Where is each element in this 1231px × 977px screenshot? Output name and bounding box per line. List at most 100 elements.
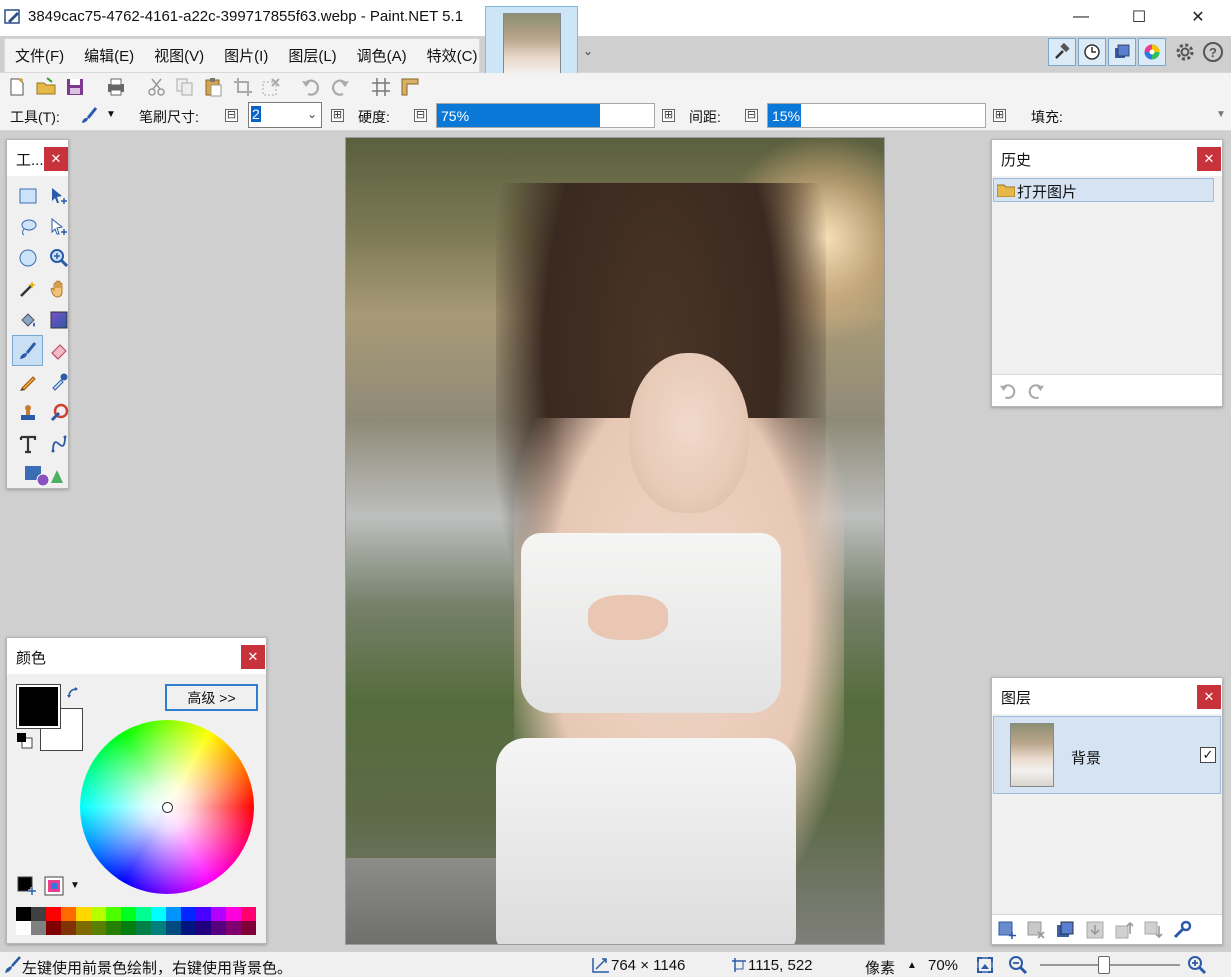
palette-color-swatch[interactable] — [76, 921, 91, 935]
add-to-palette-icon[interactable] — [16, 875, 38, 897]
gradient-tool[interactable] — [43, 304, 74, 335]
menu-layers[interactable]: 图层(L) — [278, 45, 346, 66]
palette-color-swatch[interactable] — [136, 907, 151, 921]
close-window-button[interactable]: ✕ — [1169, 0, 1227, 34]
zoom-value[interactable]: 70% — [928, 957, 958, 974]
palette-dropdown-arrow-icon[interactable]: ▼ — [70, 880, 80, 891]
zoom-slider-thumb[interactable] — [1098, 956, 1110, 974]
palette-color-swatch[interactable] — [106, 921, 121, 935]
settings-gear-icon[interactable] — [1174, 41, 1196, 63]
history-window-toggle[interactable] — [1078, 38, 1106, 66]
new-file-icon[interactable] — [6, 76, 28, 98]
palette-color-swatch[interactable] — [46, 921, 61, 935]
palette-color-swatch[interactable] — [151, 907, 166, 921]
tools-window-toggle[interactable] — [1048, 38, 1076, 66]
palette-color-swatch[interactable] — [166, 921, 181, 935]
advanced-colors-button[interactable]: 高级 >> — [165, 684, 258, 711]
palette-color-swatch[interactable] — [16, 921, 31, 935]
primary-color-swatch[interactable] — [16, 684, 61, 729]
palette-color-swatch[interactable] — [31, 921, 46, 935]
zoom-out-icon[interactable] — [1008, 955, 1028, 975]
move-layer-down-icon[interactable] — [1143, 920, 1163, 940]
palette-color-swatch[interactable] — [166, 907, 181, 921]
grid-icon[interactable] — [370, 76, 392, 98]
palette-color-swatch[interactable] — [46, 907, 61, 921]
palette-color-swatch[interactable] — [121, 907, 136, 921]
palette-color-swatch[interactable] — [61, 921, 76, 935]
move-selection-tool[interactable] — [43, 211, 74, 242]
color-picker-tool[interactable] — [43, 366, 74, 397]
palette-color-swatch[interactable] — [136, 921, 151, 935]
menu-view[interactable]: 视图(V) — [144, 45, 214, 66]
lasso-select-tool[interactable] — [12, 211, 43, 242]
pencil-tool[interactable] — [12, 366, 43, 397]
palette-color-swatch[interactable] — [181, 921, 196, 935]
cut-icon[interactable] — [146, 76, 168, 98]
tab-list-dropdown[interactable]: ⌄ — [583, 44, 593, 58]
history-item[interactable]: 打开图片 — [993, 178, 1214, 202]
palette-color-swatch[interactable] — [211, 907, 226, 921]
paint-bucket-tool[interactable] — [12, 304, 43, 335]
rectangle-select-tool[interactable] — [12, 180, 43, 211]
palette-color-swatch[interactable] — [241, 907, 256, 921]
clone-stamp-tool[interactable] — [12, 397, 43, 428]
magic-wand-tool[interactable] — [12, 273, 43, 304]
print-icon[interactable] — [105, 76, 127, 98]
ruler-icon[interactable] — [399, 76, 421, 98]
delete-layer-icon[interactable] — [1026, 920, 1046, 940]
menu-edit[interactable]: 编辑(E) — [74, 45, 144, 66]
maximize-button[interactable]: ☐ — [1110, 0, 1168, 34]
text-tool[interactable] — [12, 428, 43, 459]
menu-effects[interactable]: 特效(C) — [417, 45, 488, 66]
image-canvas[interactable] — [345, 137, 885, 945]
add-layer-icon[interactable] — [997, 920, 1017, 940]
zoom-in-icon[interactable] — [1187, 955, 1207, 975]
options-overflow-arrow-icon[interactable]: ▼ — [1216, 109, 1226, 120]
colors-panel-close-button[interactable]: ✕ — [241, 645, 265, 669]
palette-color-swatch[interactable] — [181, 907, 196, 921]
move-layer-up-icon[interactable] — [1114, 920, 1134, 940]
palette-menu-icon[interactable] — [43, 875, 65, 897]
menu-image[interactable]: 图片(I) — [214, 45, 278, 66]
layer-row[interactable]: 背景 ✓ — [993, 716, 1221, 794]
palette-color-swatch[interactable] — [151, 921, 166, 935]
palette-color-swatch[interactable] — [196, 921, 211, 935]
merge-layer-down-icon[interactable] — [1085, 920, 1105, 940]
palette-color-swatch[interactable] — [31, 907, 46, 921]
palette-color-swatch[interactable] — [16, 907, 31, 921]
layer-properties-wrench-icon[interactable] — [1172, 920, 1192, 940]
help-icon[interactable]: ? — [1203, 42, 1223, 62]
zoom-tool[interactable] — [43, 242, 74, 273]
palette-color-swatch[interactable] — [211, 921, 226, 935]
units-dropdown-arrow-icon[interactable]: ▲ — [907, 960, 917, 971]
spacing-increase-button[interactable]: ⊞ — [993, 109, 1006, 122]
colors-window-toggle[interactable] — [1138, 38, 1166, 66]
line-curve-tool[interactable] — [43, 428, 74, 459]
ellipse-select-tool[interactable] — [12, 242, 43, 273]
save-icon[interactable] — [64, 76, 86, 98]
palette-color-swatch[interactable] — [196, 907, 211, 921]
palette-color-swatch[interactable] — [106, 907, 121, 921]
duplicate-layer-icon[interactable] — [1055, 920, 1075, 940]
history-panel-close-button[interactable]: ✕ — [1197, 147, 1221, 171]
palette-color-swatch[interactable] — [91, 907, 106, 921]
reset-colors-icon[interactable] — [16, 732, 34, 750]
shapes-tool[interactable] — [12, 459, 74, 490]
history-undo-icon[interactable] — [998, 381, 1018, 401]
zoom-slider-track[interactable] — [1040, 964, 1180, 966]
hardness-increase-button[interactable]: ⊞ — [662, 109, 675, 122]
recolor-tool[interactable] — [43, 397, 74, 428]
palette-color-swatch[interactable] — [121, 921, 136, 935]
hardness-slider[interactable]: 75% — [436, 103, 655, 128]
color-wheel-picker[interactable] — [162, 802, 173, 813]
pan-tool[interactable] — [43, 273, 74, 304]
palette-color-swatch[interactable] — [91, 921, 106, 935]
menu-adjustments[interactable]: 调色(A) — [347, 45, 417, 66]
brush-size-decrease-button[interactable]: ⊟ — [225, 109, 238, 122]
palette-color-swatch[interactable] — [61, 907, 76, 921]
swap-colors-icon[interactable] — [66, 686, 80, 700]
paintbrush-tool[interactable] — [12, 335, 43, 366]
palette-color-swatch[interactable] — [76, 907, 91, 921]
eraser-tool[interactable] — [43, 335, 74, 366]
crop-icon[interactable] — [232, 76, 254, 98]
